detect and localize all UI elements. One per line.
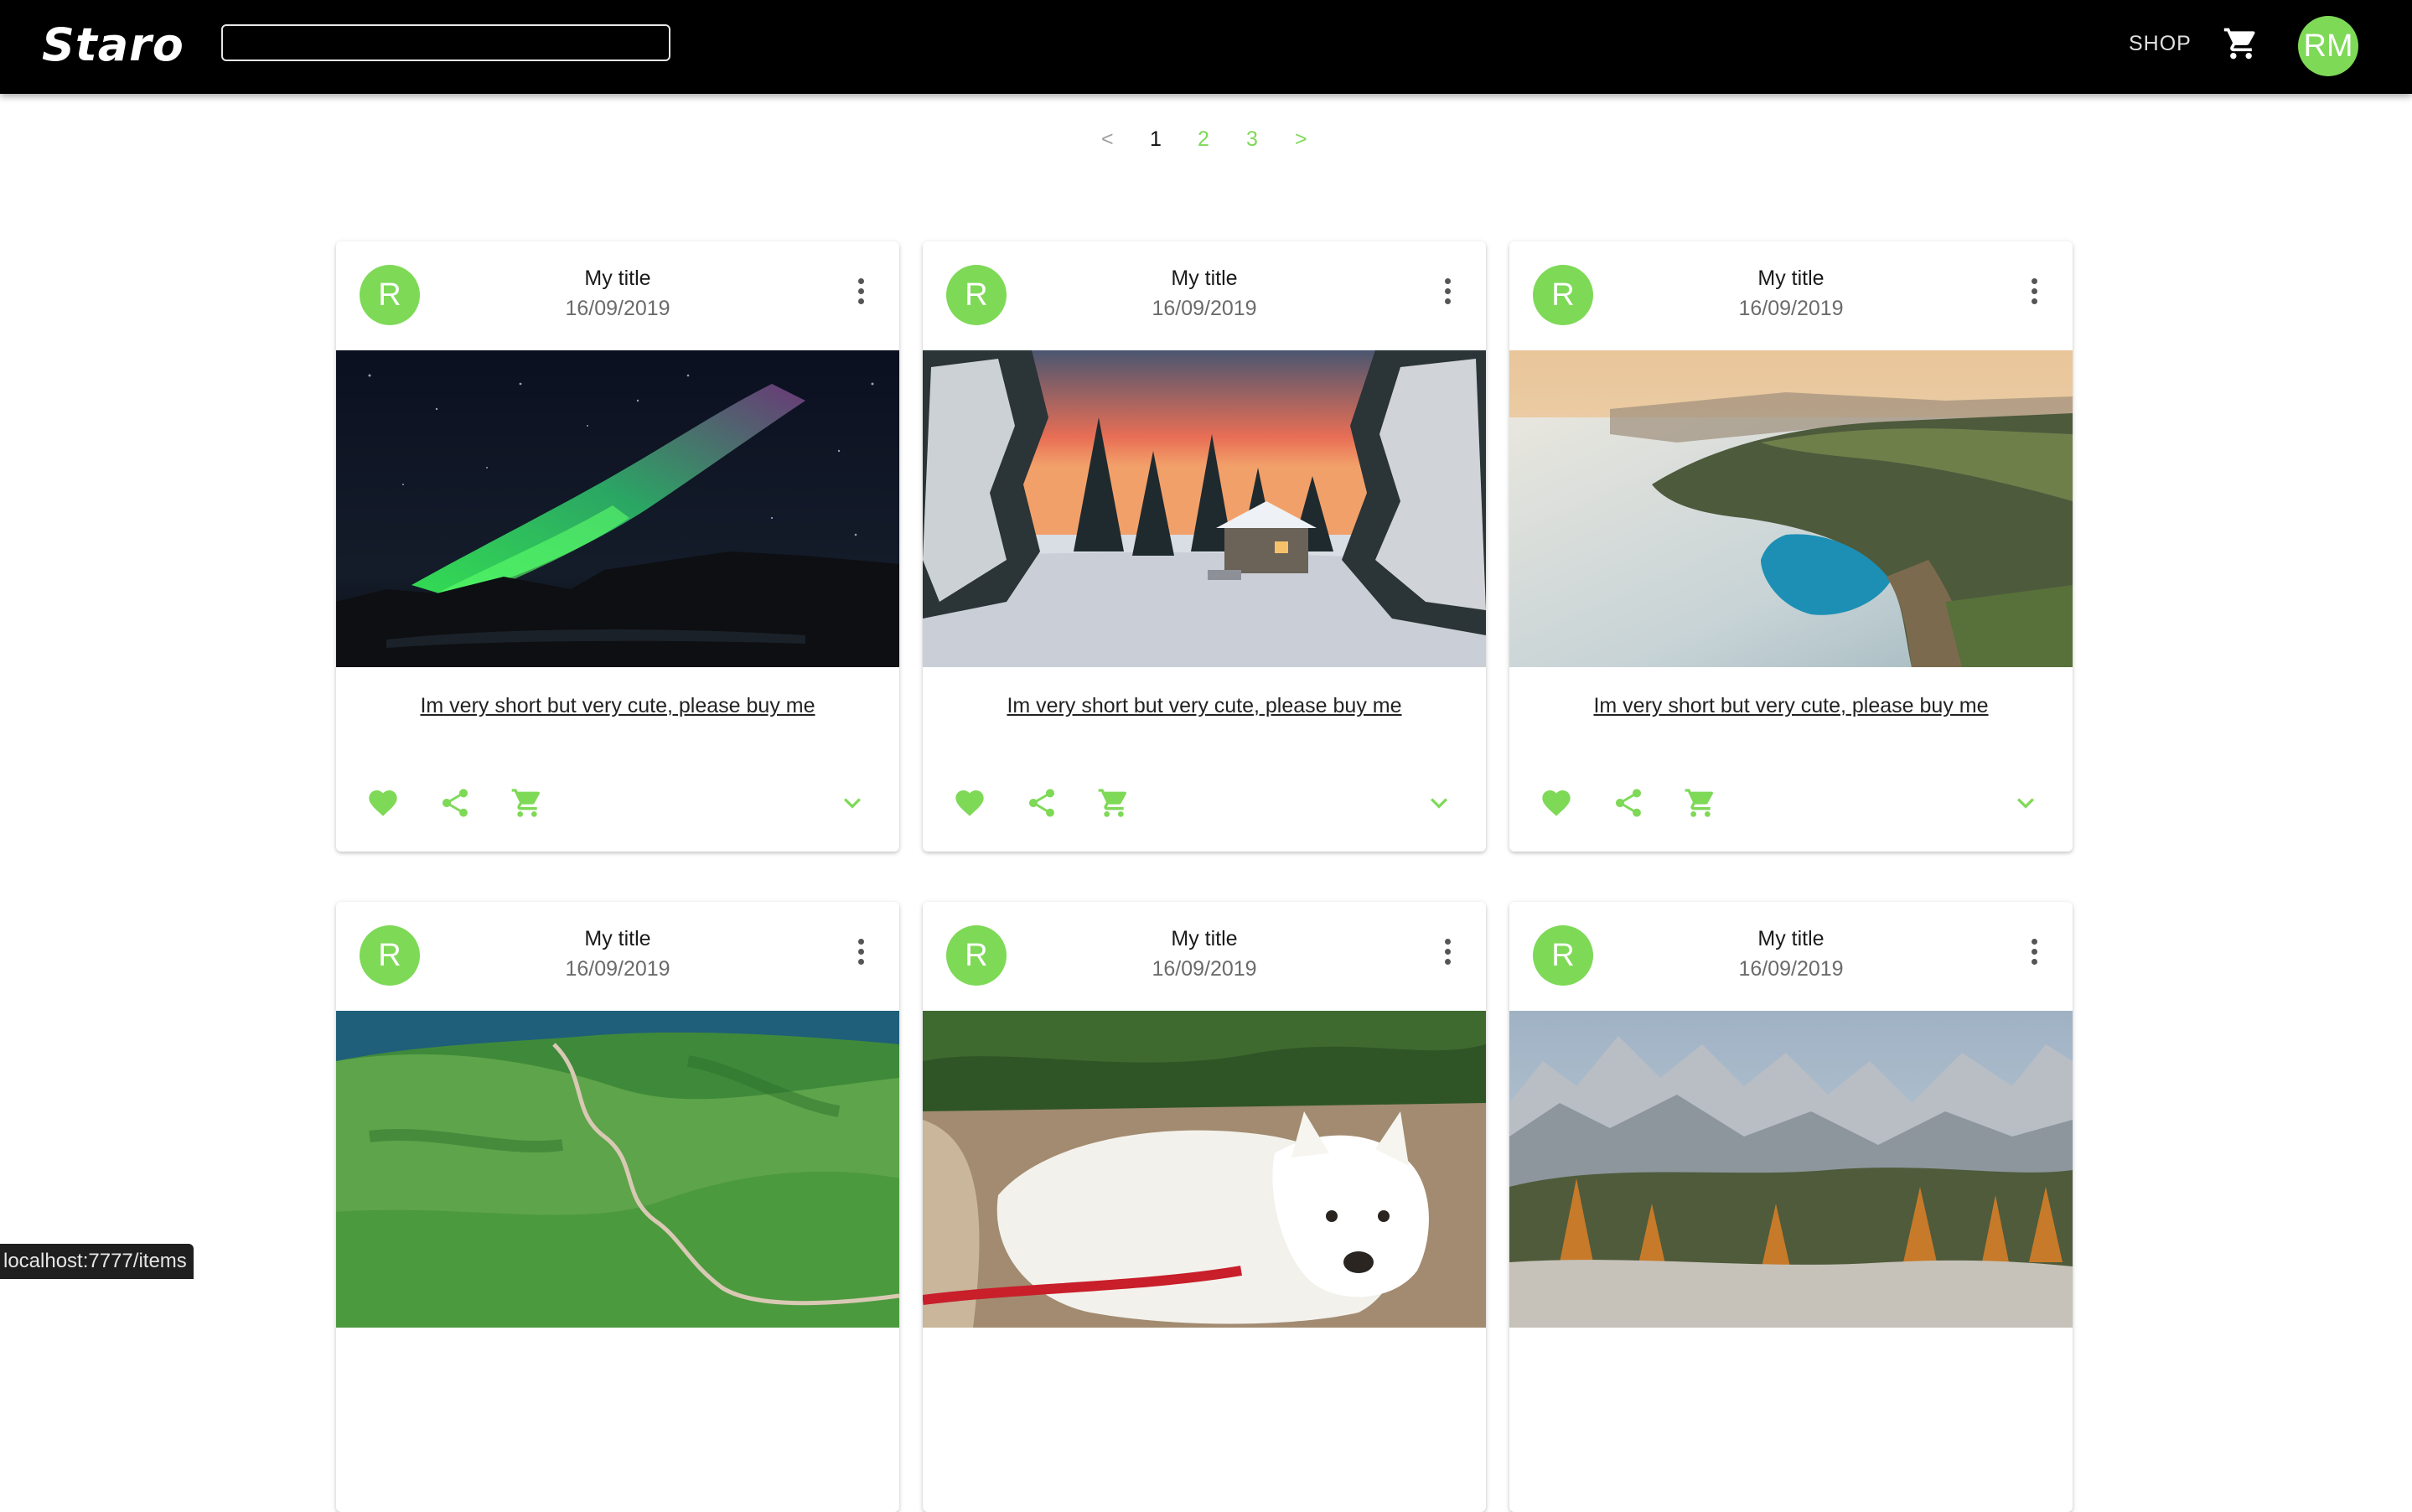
next-page-button[interactable]: > [1295, 127, 1307, 152]
more-vert-icon[interactable] [2029, 278, 2039, 307]
share-icon[interactable] [1612, 786, 1645, 820]
coastal-cliffs-image [1509, 350, 2073, 667]
product-card: R My title 16/09/2019 [336, 241, 899, 852]
green-hills-image [336, 1011, 899, 1328]
card-date: 16/09/2019 [1738, 297, 1844, 320]
favorite-icon[interactable] [953, 786, 986, 820]
add-to-cart-icon[interactable] [1684, 786, 1717, 820]
product-card: R My title 16/09/2019 [923, 241, 1486, 852]
card-title: My title [1757, 267, 1825, 290]
favorite-icon[interactable] [366, 786, 400, 820]
white-dog-image [923, 1011, 1486, 1328]
card-title: My title [1757, 927, 1825, 950]
status-bar-url: localhost:7777/items [0, 1244, 194, 1279]
card-date: 16/09/2019 [1738, 957, 1844, 981]
card-image [336, 1011, 899, 1328]
card-image [1509, 1011, 2073, 1328]
page-2-button[interactable]: 2 [1198, 127, 1209, 152]
aurora-image [336, 350, 899, 667]
share-icon[interactable] [438, 786, 472, 820]
more-vert-icon[interactable] [856, 278, 866, 307]
card-image [336, 350, 899, 667]
user-avatar[interactable]: RM [2298, 16, 2358, 76]
more-vert-icon[interactable] [1442, 278, 1452, 307]
search-input[interactable] [221, 24, 670, 61]
add-to-cart-icon[interactable] [510, 786, 544, 820]
card-description-link[interactable]: Im very short but very cute, please buy … [1509, 694, 2073, 718]
product-card: R My title 16/09/2019 [336, 902, 899, 1512]
top-app-bar: Staro SHOP RM [0, 0, 2412, 94]
card-title: My title [1171, 267, 1238, 290]
snowy-cabin-image [923, 350, 1486, 667]
card-title: My title [584, 267, 651, 290]
card-date: 16/09/2019 [1152, 957, 1257, 981]
page-1-button[interactable]: 1 [1150, 127, 1162, 152]
card-image [923, 350, 1486, 667]
autumn-mountains-image [1509, 1011, 2073, 1328]
more-vert-icon[interactable] [2029, 939, 2039, 967]
share-icon[interactable] [1025, 786, 1058, 820]
favorite-icon[interactable] [1540, 786, 1573, 820]
card-description-link[interactable]: Im very short but very cute, please buy … [923, 694, 1486, 718]
more-vert-icon[interactable] [856, 939, 866, 967]
expand-icon[interactable] [836, 786, 869, 820]
card-description-link[interactable]: Im very short but very cute, please buy … [336, 694, 899, 718]
more-vert-icon[interactable] [1442, 939, 1452, 967]
product-card: R My title 16/09/2019 Im very short but … [1509, 241, 2073, 852]
product-card: R My title 16/09/2019 [923, 902, 1486, 1512]
expand-icon[interactable] [1422, 786, 1456, 820]
prev-page-button[interactable]: < [1101, 127, 1114, 152]
card-image [923, 1011, 1486, 1328]
card-date: 16/09/2019 [1152, 297, 1257, 320]
card-image [1509, 350, 2073, 667]
card-date: 16/09/2019 [565, 957, 670, 981]
card-title: My title [584, 927, 651, 950]
shop-link[interactable]: SHOP [2129, 32, 2192, 56]
cart-icon[interactable] [2223, 25, 2259, 62]
card-title: My title [1171, 927, 1238, 950]
card-date: 16/09/2019 [565, 297, 670, 320]
page-3-button[interactable]: 3 [1246, 127, 1258, 152]
pagination: < 1 2 3 > [0, 127, 2412, 161]
product-card: R My title 16/09/2019 [1509, 902, 2073, 1512]
expand-icon[interactable] [2009, 786, 2042, 820]
add-to-cart-icon[interactable] [1097, 786, 1131, 820]
app-logo[interactable]: Staro [42, 18, 184, 71]
